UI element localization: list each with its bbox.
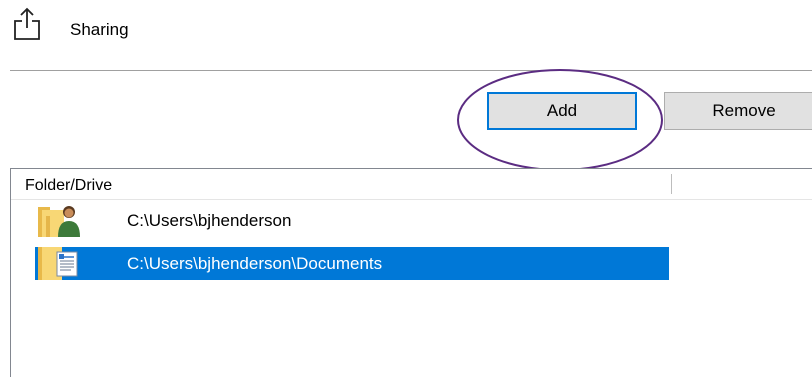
list-item-path: C:\Users\bjhenderson bbox=[127, 211, 292, 230]
page-title: Sharing bbox=[70, 20, 129, 39]
list-item[interactable]: C:\Users\bjhenderson bbox=[35, 204, 669, 237]
share-icon bbox=[14, 7, 40, 40]
user-folder-icon bbox=[38, 206, 80, 237]
column-separator[interactable] bbox=[671, 174, 672, 194]
sharing-panel: Sharing Add Remove Folder/Drive C:\Users… bbox=[0, 0, 812, 377]
list-item-selected[interactable]: C:\Users\bjhenderson\Documents bbox=[35, 247, 669, 280]
list-item-path: C:\Users\bjhenderson\Documents bbox=[127, 254, 383, 273]
documents-folder-icon bbox=[38, 247, 78, 280]
list-column-header[interactable]: Folder/Drive bbox=[11, 169, 812, 200]
remove-button[interactable]: Remove bbox=[664, 92, 812, 130]
column-header-folder-drive: Folder/Drive bbox=[25, 177, 113, 194]
header-divider bbox=[10, 70, 812, 71]
highlight-circle bbox=[457, 69, 663, 171]
sharing-header: Sharing bbox=[0, 0, 812, 70]
folder-list[interactable]: Folder/Drive C:\Users\bjhenderson C:\Use… bbox=[10, 168, 812, 377]
